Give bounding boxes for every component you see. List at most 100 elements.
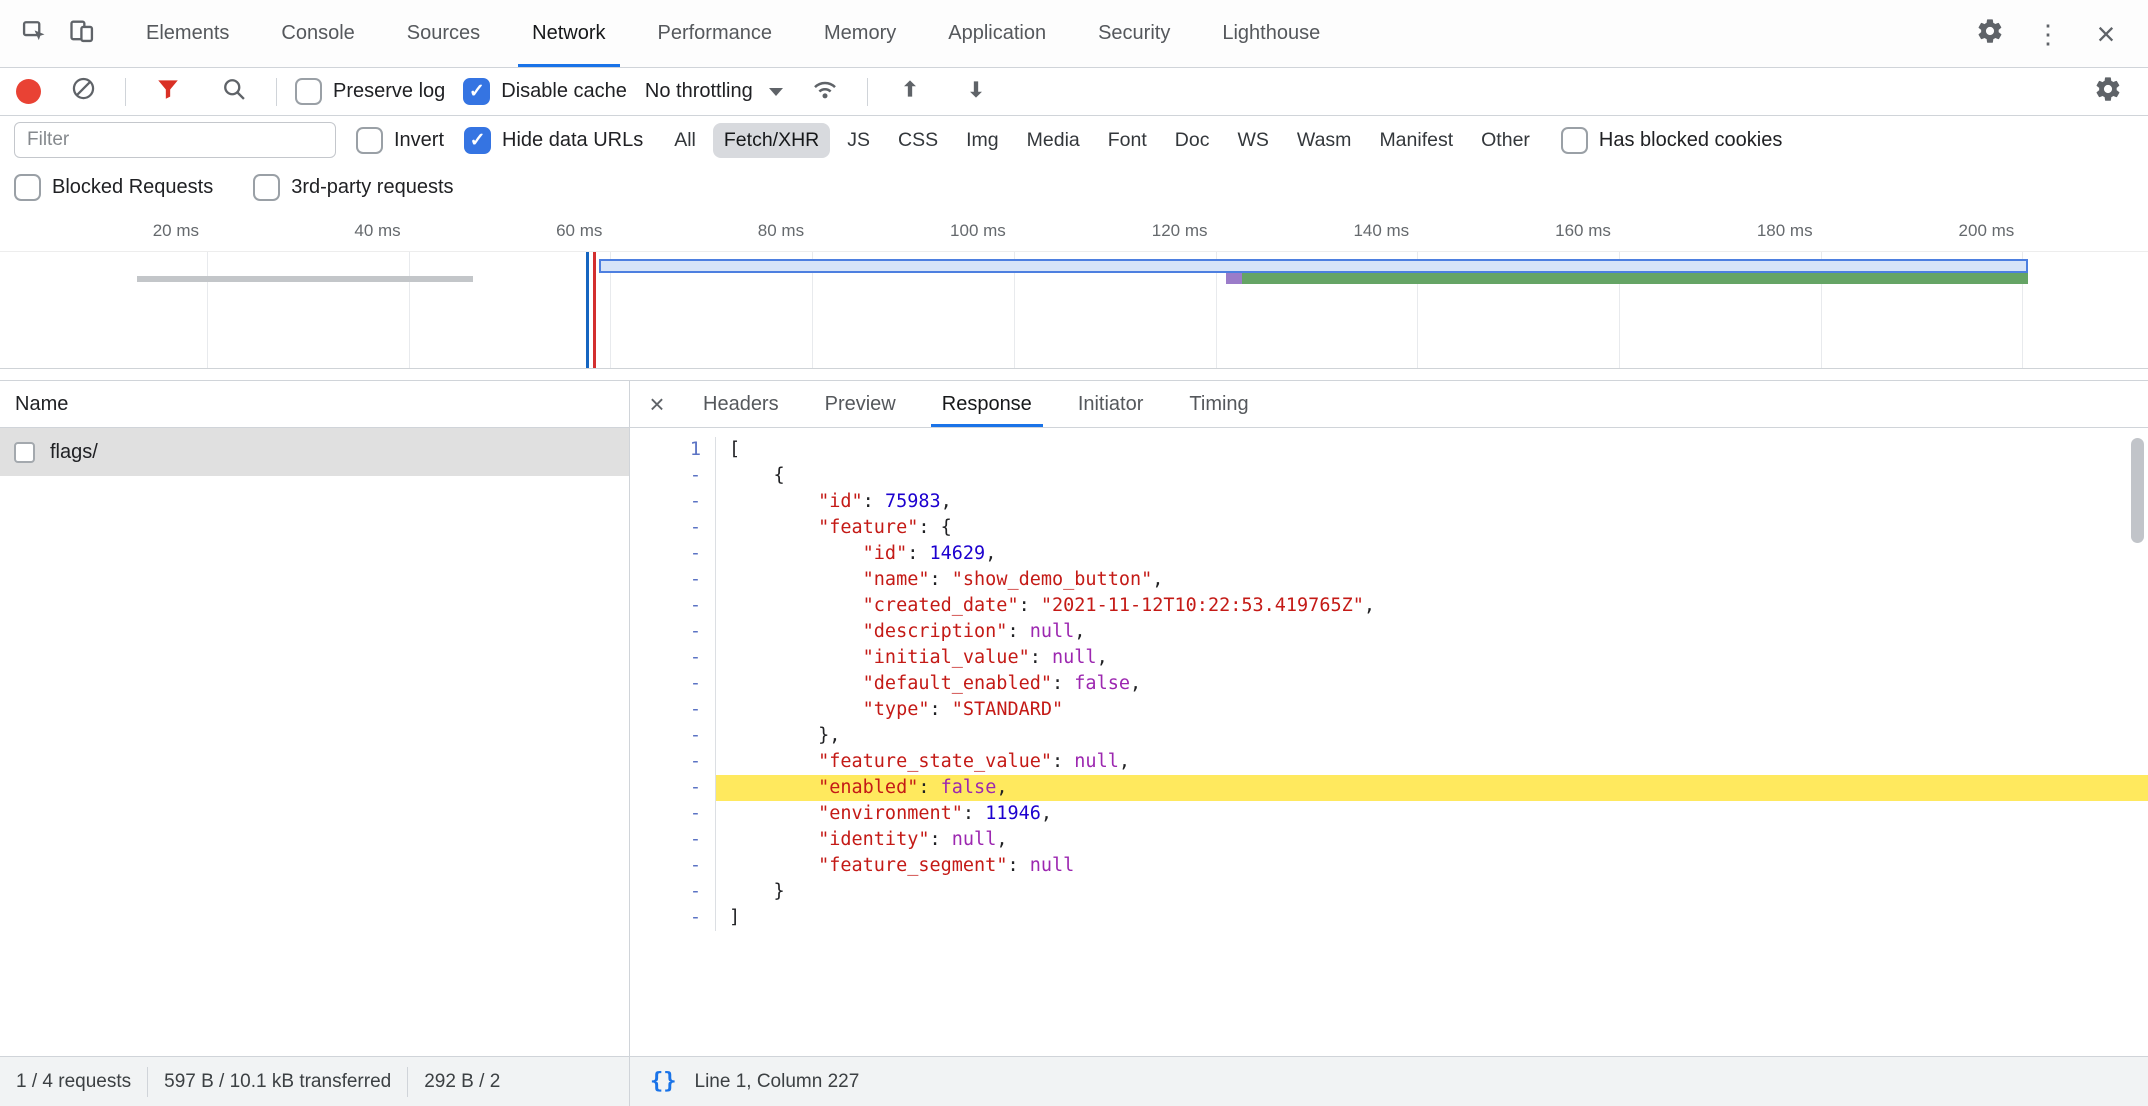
tab-memory[interactable]: Memory [798,0,922,67]
third-party-requests-checkbox[interactable]: 3rd-party requests [253,174,453,201]
throttling-dropdown[interactable]: No throttling [645,80,783,103]
blocked-requests-checkbox[interactable]: Blocked Requests [14,174,213,201]
type-filter-css[interactable]: CSS [887,123,949,158]
tab-network[interactable]: Network [506,0,631,67]
type-filter-wasm[interactable]: Wasm [1286,123,1363,158]
code-line: - "feature": { [630,515,2148,541]
inspect-element-button[interactable] [10,10,58,58]
checkbox-box[interactable] [295,78,322,105]
close-detail-button[interactable]: × [634,381,680,427]
resource-icon [14,442,35,463]
pretty-print-icon[interactable]: {} [650,1069,677,1094]
detail-tab-response[interactable]: Response [919,381,1055,427]
line-gutter: - [630,801,716,827]
network-search-button[interactable] [210,68,258,116]
detail-tab-preview[interactable]: Preview [802,381,919,427]
load-event-marker [593,252,596,368]
status-bar: 1 / 4 requests597 B / 10.1 kB transferre… [0,1056,2148,1106]
line-content: "initial_value": null, [716,645,2148,671]
device-toolbar-icon [68,17,96,50]
vertical-scrollbar[interactable] [2131,438,2144,543]
type-filter-fetch-xhr[interactable]: Fetch/XHR [713,123,830,158]
code-line: - "description": null, [630,619,2148,645]
filter-input[interactable] [14,122,336,158]
overview-bar-flags-request[interactable] [599,259,2028,273]
checkbox-box[interactable] [356,127,383,154]
line-gutter: - [630,671,716,697]
code-line: - "default_enabled": false, [630,671,2148,697]
type-filter-all[interactable]: All [663,123,707,158]
network-conditions-button[interactable] [801,68,849,116]
line-content: "feature": { [716,515,2148,541]
invert-checkbox[interactable]: Invert [356,127,444,154]
code-line: - "initial_value": null, [630,645,2148,671]
line-content: { [716,463,2148,489]
overview-bar-segment[interactable] [1226,273,1242,284]
tab-elements[interactable]: Elements [120,0,255,67]
line-gutter: - [630,749,716,775]
name-column-header[interactable]: Name [0,381,629,428]
filter-toggle-button[interactable] [144,68,192,116]
detail-tab-initiator[interactable]: Initiator [1055,381,1167,427]
tab-performance[interactable]: Performance [632,0,799,67]
checkbox-box[interactable] [464,127,491,154]
device-toolbar-button[interactable] [58,10,106,58]
code-line: -] [630,905,2148,931]
timeline-tick-label: 140 ms [1219,221,1409,241]
record-network-log-button[interactable] [16,79,41,104]
type-filter-other[interactable]: Other [1470,123,1541,158]
timeline-tick-label: 160 ms [1421,221,1611,241]
timeline-tick-label: 40 ms [211,221,401,241]
code-line: - "id": 75983, [630,489,2148,515]
type-filter-img[interactable]: Img [955,123,1010,158]
preserve-log-checkbox[interactable]: Preserve log [295,78,445,105]
request-rows: flags/ [0,428,629,1056]
type-filter-js[interactable]: JS [836,123,881,158]
line-content: "id": 75983, [716,489,2148,515]
devtools-window: ElementsConsoleSourcesNetworkPerformance… [0,0,2148,1106]
code-line: - "type": "STANDARD" [630,697,2148,723]
clear-network-log-button[interactable] [59,68,107,116]
upload-arrow-icon [897,76,923,108]
import-har-button[interactable] [886,68,934,116]
detail-tab-headers[interactable]: Headers [680,381,802,427]
toolbar-divider [276,78,277,106]
request-row[interactable]: flags/ [0,428,629,476]
detail-tabs: HeadersPreviewResponseInitiatorTiming [680,381,1272,427]
status-summary-item: 597 B / 10.1 kB transferred [148,1071,407,1093]
type-filter-manifest[interactable]: Manifest [1368,123,1464,158]
type-filter-font[interactable]: Font [1097,123,1158,158]
line-gutter: - [630,619,716,645]
type-filter-ws[interactable]: WS [1226,123,1279,158]
line-content: "environment": 11946, [716,801,2148,827]
tab-sources[interactable]: Sources [381,0,506,67]
tab-console[interactable]: Console [255,0,380,67]
has-blocked-cookies-checkbox[interactable]: Has blocked cookies [1561,127,1782,154]
network-settings-button[interactable] [2084,68,2132,116]
export-har-button[interactable] [952,68,1000,116]
line-content: ] [716,905,2148,931]
close-devtools-button[interactable]: × [2082,10,2130,58]
overview-bar-waiting[interactable] [1242,273,2028,284]
line-gutter: 1 [630,437,716,463]
toolbar-divider [125,78,126,106]
tab-security[interactable]: Security [1072,0,1196,67]
timeline-tick-label: 120 ms [1018,221,1208,241]
checkbox-box[interactable] [14,174,41,201]
overview-bar-early-request[interactable] [137,276,473,282]
more-options-button[interactable]: ⋮ [2024,10,2072,58]
timeline-band[interactable] [0,252,2148,369]
code-line: 1[ [630,437,2148,463]
checkbox-box[interactable] [1561,127,1588,154]
hide-data-urls-checkbox[interactable]: Hide data URLs [464,127,643,154]
tab-lighthouse[interactable]: Lighthouse [1196,0,1346,67]
type-filter-media[interactable]: Media [1016,123,1091,158]
checkbox-box[interactable] [253,174,280,201]
response-code[interactable]: 1[- {- "id": 75983,- "feature": {- "id":… [630,428,2148,1056]
detail-tab-timing[interactable]: Timing [1166,381,1271,427]
tab-application[interactable]: Application [922,0,1072,67]
checkbox-box[interactable] [463,78,490,105]
disable-cache-checkbox[interactable]: Disable cache [463,78,627,105]
type-filter-doc[interactable]: Doc [1164,123,1221,158]
settings-button[interactable] [1966,10,2014,58]
